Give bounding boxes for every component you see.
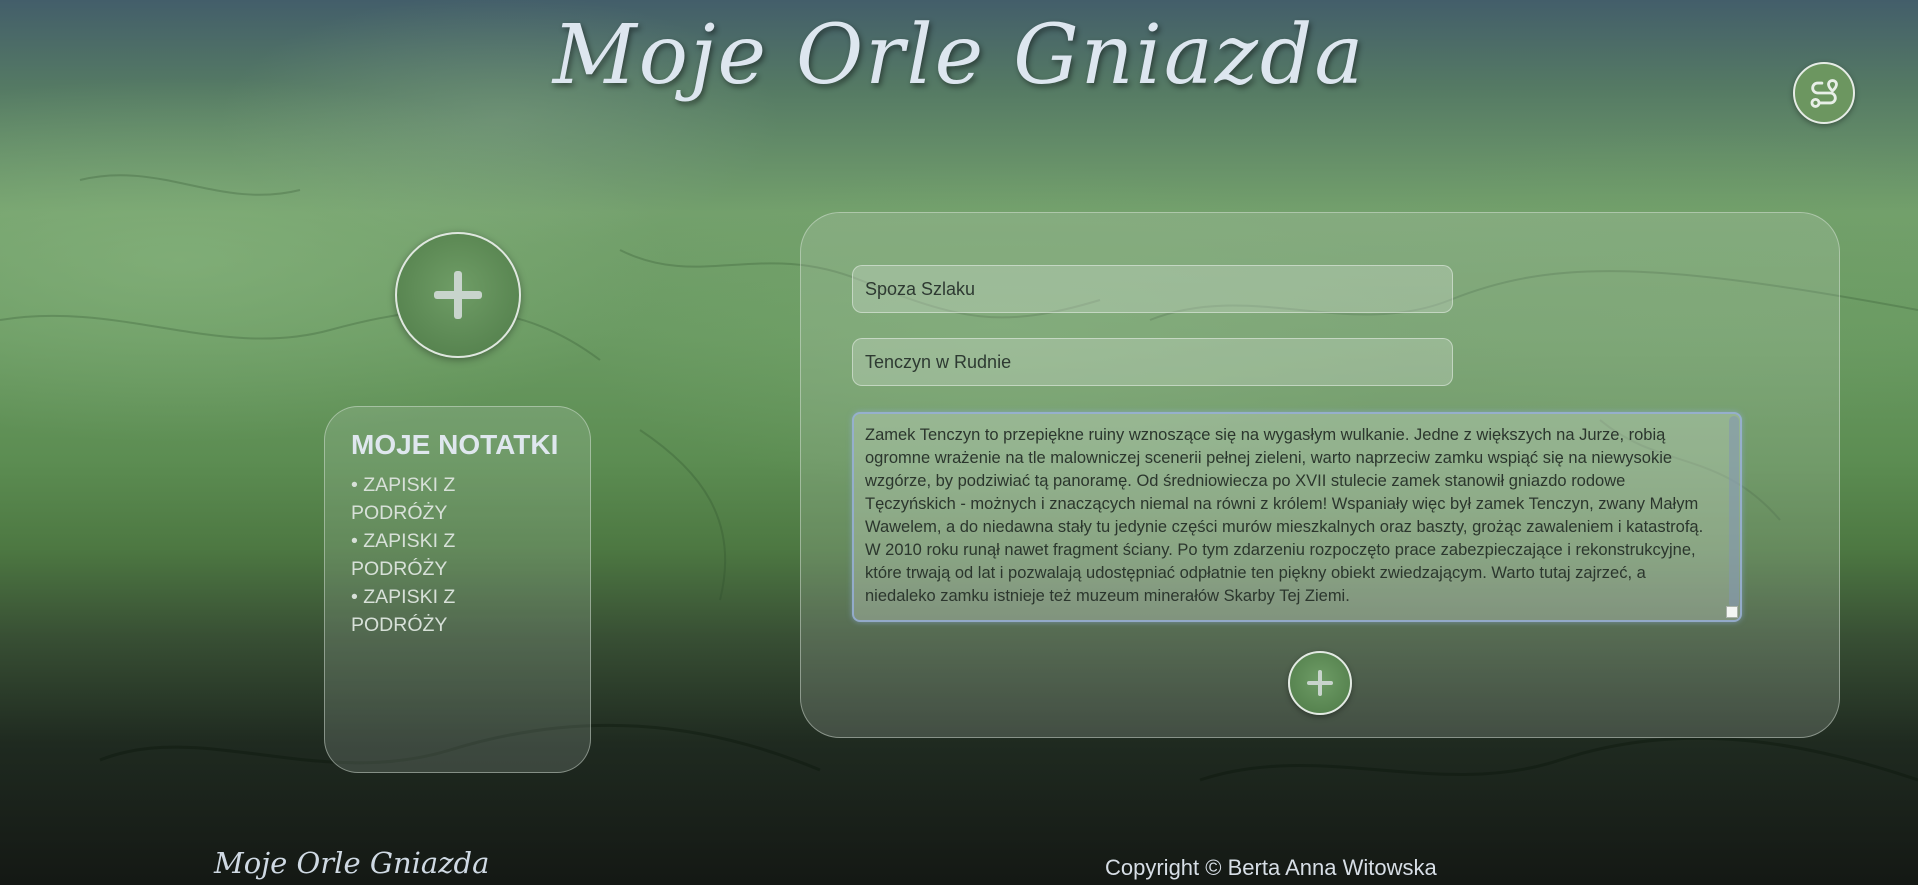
- description-textarea[interactable]: Zamek Tenczyn to przepiękne ruiny wznosz…: [852, 412, 1742, 622]
- route-icon: [1810, 79, 1838, 108]
- site-title[interactable]: Moje Orle Gniazda: [0, 8, 1918, 103]
- route-button[interactable]: [1793, 62, 1855, 124]
- footer-logo[interactable]: Moje Orle Gniazda: [214, 846, 489, 880]
- note-link[interactable]: • ZAPISKI Z PODRÓŻY: [351, 583, 501, 639]
- plus-icon: [1307, 670, 1333, 696]
- textarea-scrollbar[interactable]: [1729, 416, 1739, 608]
- note-form-panel: Spoza Szlaku Tenczyn w Rudnie Zamek Tenc…: [800, 212, 1840, 738]
- note-link[interactable]: • ZAPISKI Z PODRÓŻY: [351, 527, 501, 583]
- add-note-button[interactable]: [395, 232, 521, 358]
- notes-panel: MOJE NOTATKI • ZAPISKI Z PODRÓŻY • ZAPIS…: [324, 406, 591, 773]
- resize-handle-icon[interactable]: [1726, 606, 1738, 618]
- submit-note-button[interactable]: [1288, 651, 1352, 715]
- plus-icon: [434, 271, 482, 319]
- note-link[interactable]: • ZAPISKI Z PODRÓŻY: [351, 471, 501, 527]
- place-input[interactable]: Tenczyn w Rudnie: [852, 338, 1453, 386]
- category-input[interactable]: Spoza Szlaku: [852, 265, 1453, 313]
- copyright-text: Copyright © Berta Anna Witowska: [1105, 855, 1437, 880]
- notes-title: MOJE NOTATKI: [351, 429, 559, 460]
